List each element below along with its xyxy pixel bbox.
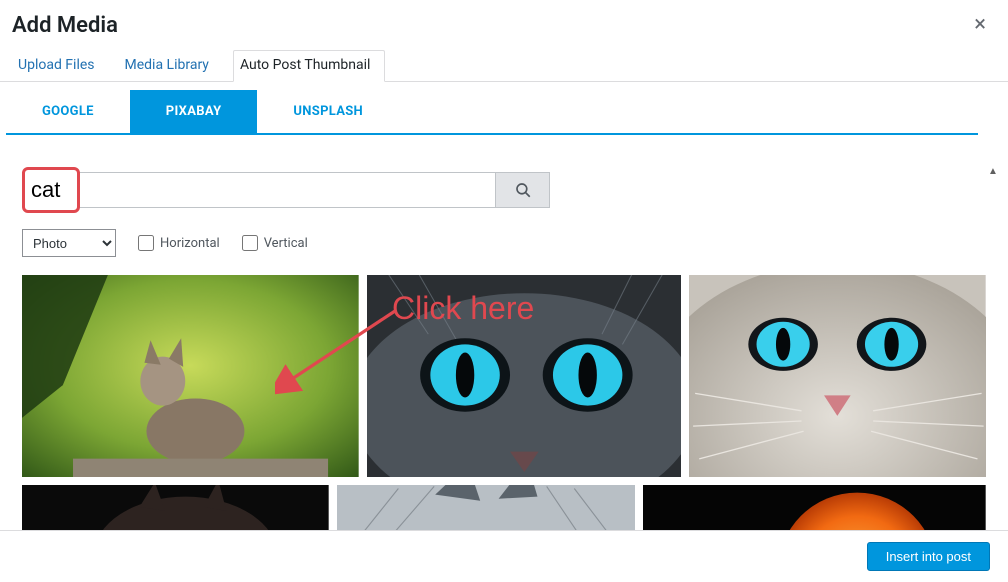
result-thumbnail[interactable] [22,275,359,477]
search-input[interactable] [29,172,73,208]
type-select[interactable]: Photo [22,229,116,257]
result-thumbnail[interactable] [367,275,682,477]
search-highlight-annotation [22,167,80,213]
source-tab-unsplash[interactable]: UNSPLASH [257,90,399,133]
checkbox-vertical-label: Vertical [264,236,308,251]
orientation-horizontal[interactable]: Horizontal [138,235,220,251]
close-icon[interactable]: × [968,12,992,37]
checkbox-horizontal-label: Horizontal [160,236,220,251]
top-tab-bar: Upload Files Media Library Auto Post Thu… [0,40,1008,82]
modal-title: Add Media [12,12,118,40]
source-tab-bar: GOOGLE PIXABAY UNSPLASH [6,90,978,135]
checkbox-horizontal[interactable] [138,235,154,251]
search-input-full[interactable] [76,172,496,208]
orientation-vertical[interactable]: Vertical [242,235,308,251]
result-thumbnail[interactable] [689,275,986,477]
tab-upload-files[interactable]: Upload Files [12,51,109,81]
tab-auto-post-thumbnail[interactable]: Auto Post Thumbnail [233,50,385,82]
search-icon [514,181,532,199]
scrollbar[interactable]: ▲ ▼ [986,166,1000,539]
source-tab-google[interactable]: GOOGLE [6,90,130,133]
tab-media-library[interactable]: Media Library [119,51,223,81]
insert-into-post-button[interactable]: Insert into post [867,542,990,571]
search-button[interactable] [496,172,550,208]
checkbox-vertical[interactable] [242,235,258,251]
source-tab-pixabay[interactable]: PIXABAY [130,90,258,133]
scroll-up-icon[interactable]: ▲ [988,166,998,177]
